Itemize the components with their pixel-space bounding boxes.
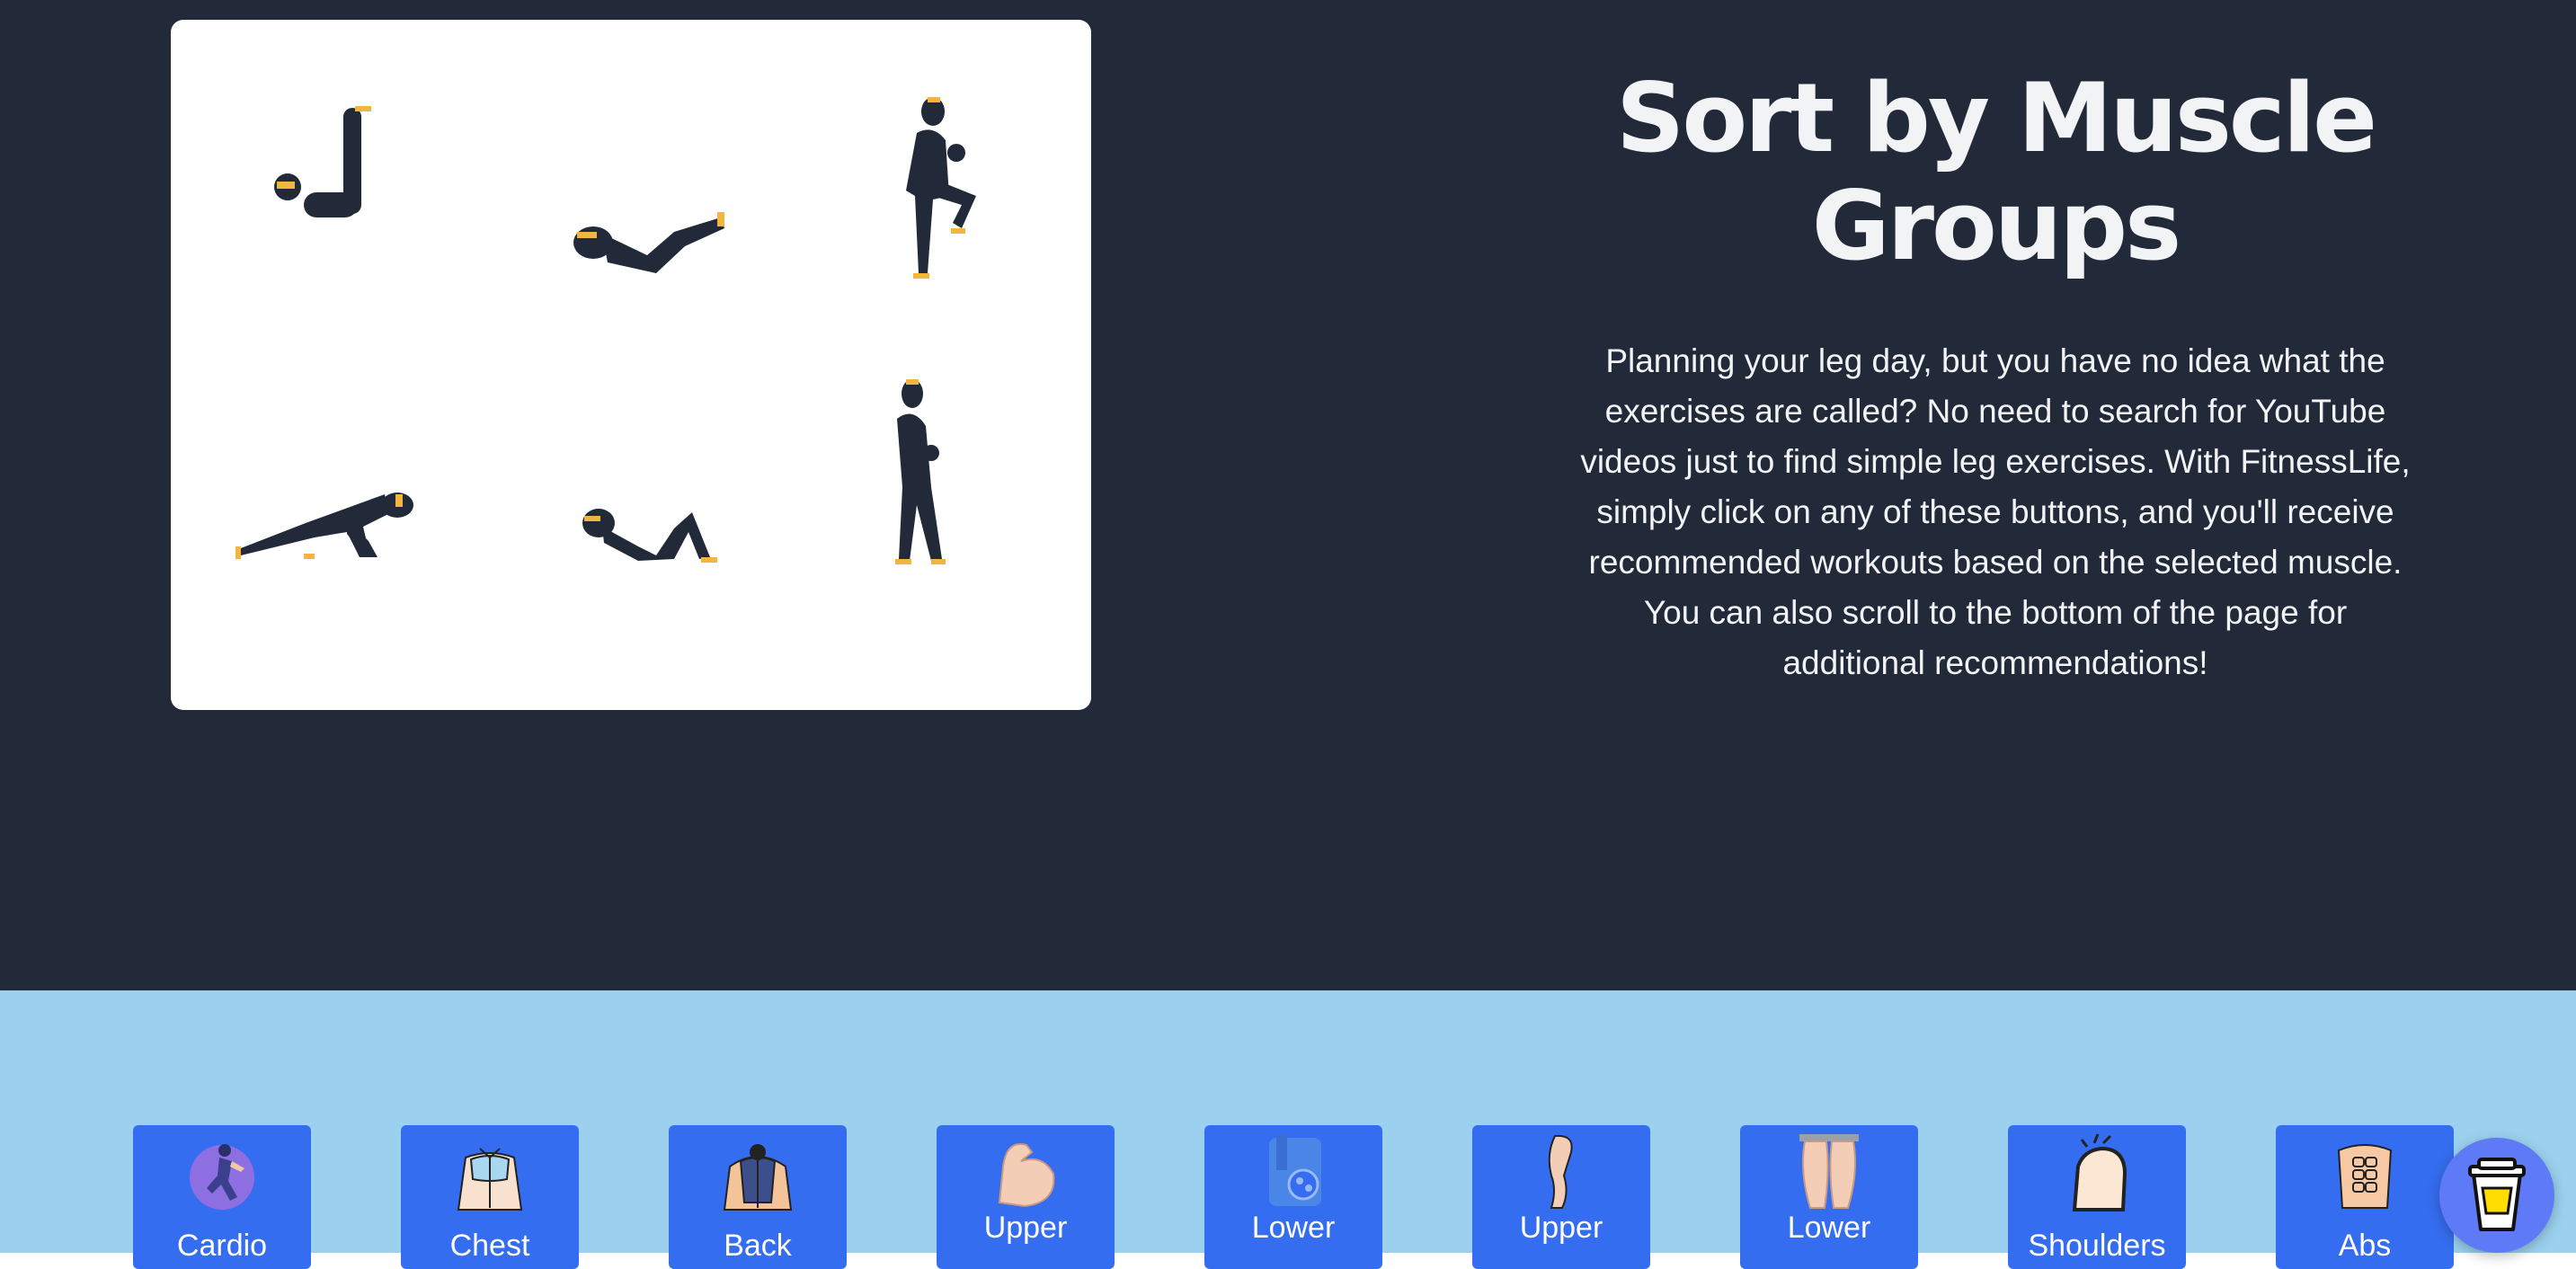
buy-me-coffee-button[interactable] — [2439, 1138, 2554, 1253]
figure-mountain-climber — [235, 493, 413, 559]
muscle-button-upper-arms[interactable]: Upper — [937, 1125, 1115, 1269]
page-title: Sort by Muscle Groups — [1616, 63, 2377, 281]
muscle-button-cardio[interactable]: Cardio — [133, 1125, 311, 1269]
figure-crunch — [573, 212, 724, 273]
section-description: Planning your leg day, but you have no i… — [1580, 342, 2411, 681]
muscle-button-label: Upper — [983, 1211, 1068, 1245]
muscle-button-chest[interactable]: Chest — [401, 1125, 579, 1269]
abs-icon — [2315, 1131, 2414, 1211]
muscle-button-label: Abs — [2338, 1229, 2392, 1263]
shoulders-icon — [2047, 1131, 2146, 1211]
muscle-button-back[interactable]: Back — [669, 1125, 847, 1269]
muscle-button-label: Chest — [449, 1229, 530, 1263]
muscle-button-label: Upper — [1519, 1211, 1603, 1245]
muscle-button-label: Cardio — [176, 1229, 268, 1263]
muscle-button-label: Lower — [1787, 1211, 1871, 1245]
lower-leg-icon — [1780, 1131, 1879, 1211]
figure-situp — [582, 509, 717, 563]
figure-walking — [895, 379, 946, 564]
muscle-button-label: Shoulders — [2028, 1229, 2166, 1263]
figure-leg-raise — [274, 106, 371, 217]
exercise-illustration — [171, 20, 1091, 710]
figure-knee-raise — [906, 97, 976, 279]
muscle-button-lower-legs[interactable]: Lower — [1740, 1125, 1918, 1269]
cardio-icon — [173, 1131, 271, 1211]
chest-icon — [440, 1131, 539, 1211]
muscle-button-label: Lower — [1251, 1211, 1336, 1245]
hero-section: Sort by Muscle Groups Planning your leg … — [0, 0, 2576, 990]
muscle-button-label: Back — [724, 1229, 792, 1263]
muscle-button-abs[interactable]: Abs — [2276, 1125, 2454, 1269]
back-icon — [708, 1131, 807, 1211]
muscle-button-lower-arms[interactable]: Lower — [1204, 1125, 1382, 1269]
coffee-cup-icon — [2468, 1158, 2526, 1231]
muscle-button-shoulders[interactable]: Shoulders — [2008, 1125, 2186, 1269]
exercise-figures-icon — [235, 97, 976, 564]
muscle-group-section: Cardio Chest Back Upper Lower Upper Lowe… — [0, 990, 2576, 1269]
upper-arm-icon — [976, 1131, 1075, 1211]
upper-leg-icon — [1512, 1131, 1611, 1211]
lower-arm-icon — [1244, 1131, 1343, 1211]
muscle-button-upper-legs[interactable]: Upper — [1472, 1125, 1650, 1269]
